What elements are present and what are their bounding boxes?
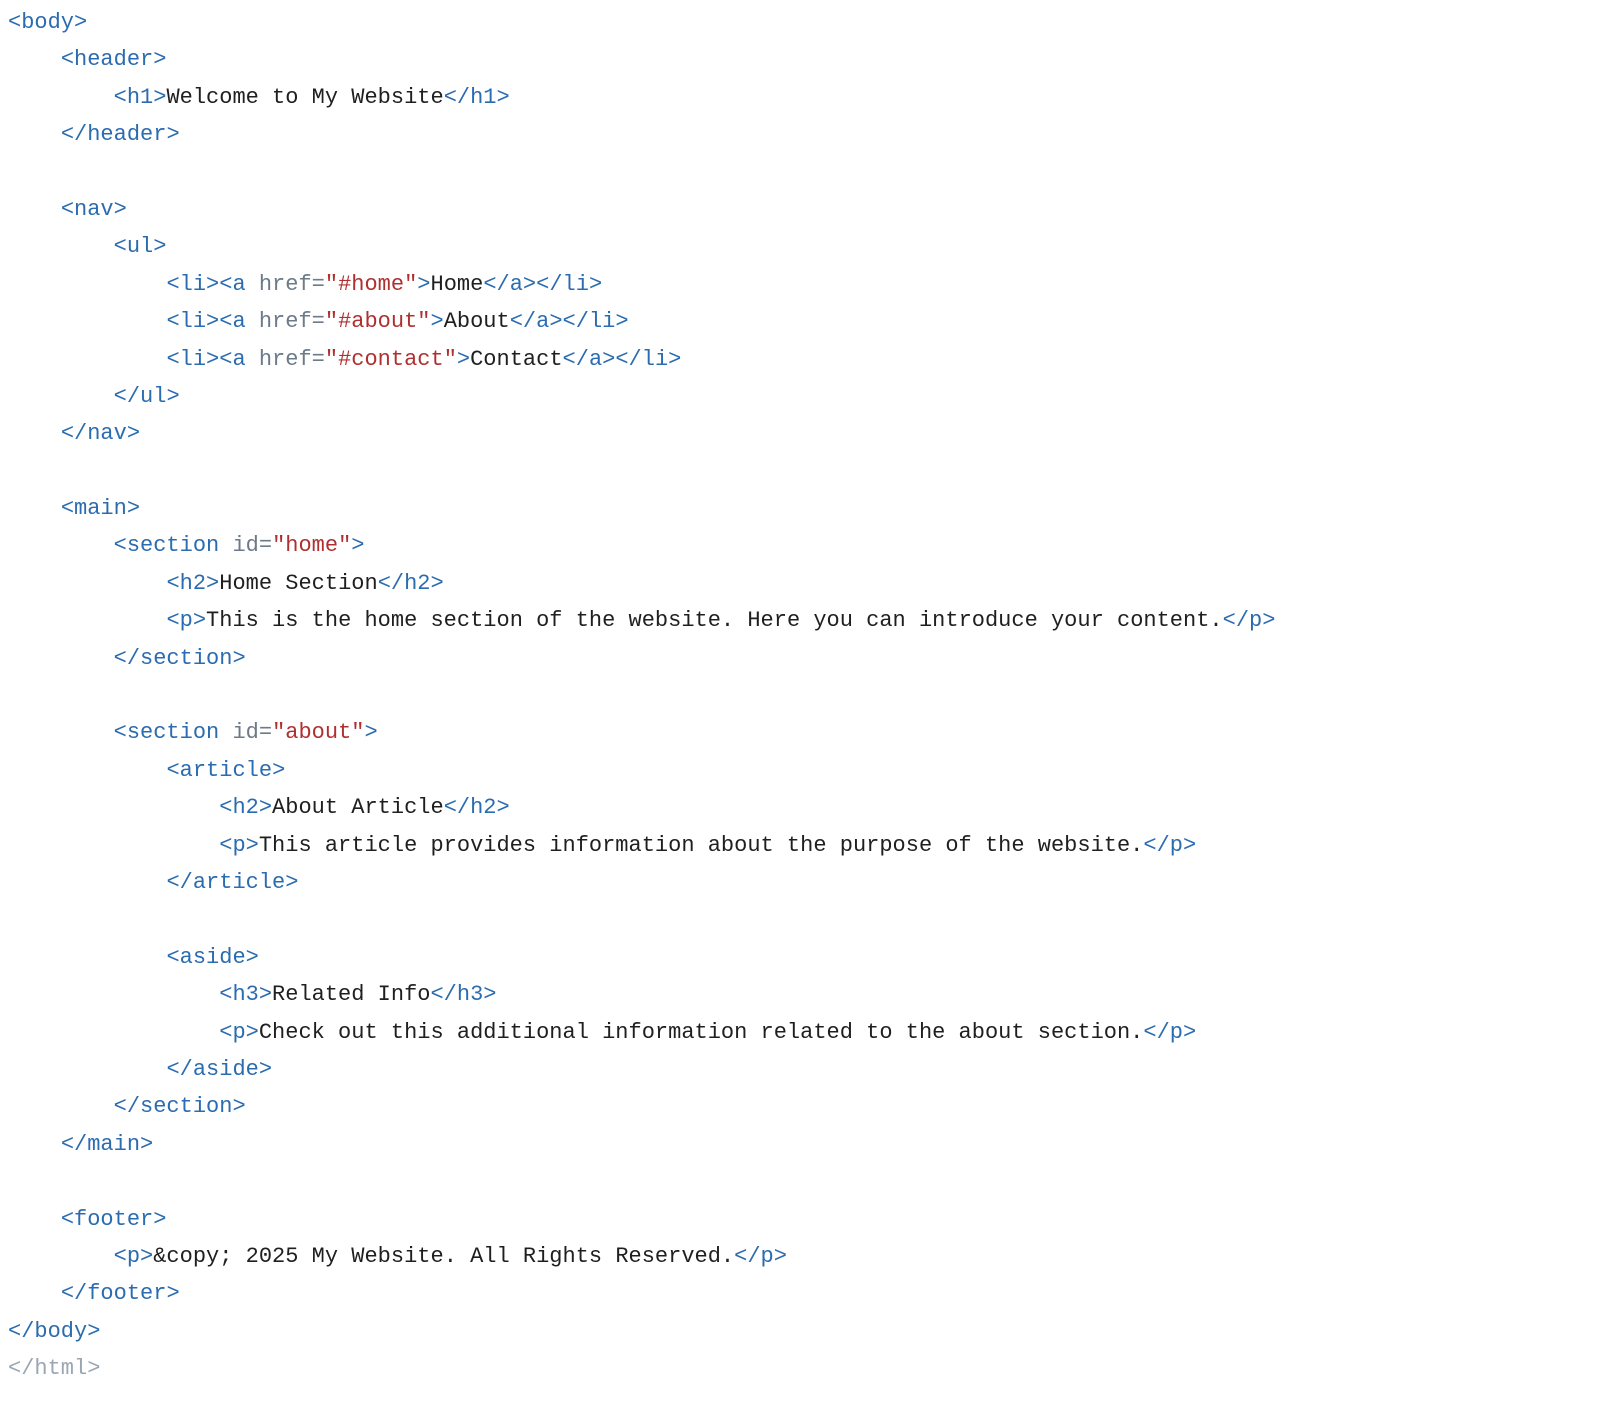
code-line: </section> [8,640,1592,677]
code-line: <footer> [8,1201,1592,1238]
code-line: <body> [8,4,1592,41]
code-line: <header> [8,41,1592,78]
code-line: </main> [8,1126,1592,1163]
code-line: </section> [8,1088,1592,1125]
code-line: <h1>Welcome to My Website</h1> [8,79,1592,116]
code-line: </header> [8,116,1592,153]
code-line [8,677,1592,714]
code-line: </body> [8,1313,1592,1350]
code-line: </html> [8,1350,1592,1387]
code-line [8,901,1592,938]
code-line: <li><a href="#about">About</a></li> [8,303,1592,340]
code-line: <article> [8,752,1592,789]
code-line: <h2>About Article</h2> [8,789,1592,826]
code-line: </ul> [8,378,1592,415]
code-line: <p>This is the home section of the websi… [8,602,1592,639]
code-line: <li><a href="#home">Home</a></li> [8,266,1592,303]
code-line: <section id="about"> [8,714,1592,751]
code-line: <p>Check out this additional information… [8,1014,1592,1051]
code-line: <ul> [8,228,1592,265]
code-line: <p>This article provides information abo… [8,827,1592,864]
code-line: <section id="home"> [8,527,1592,564]
code-line [8,453,1592,490]
code-line: </article> [8,864,1592,901]
code-line: <p>&copy; 2025 My Website. All Rights Re… [8,1238,1592,1275]
code-line: <h3>Related Info</h3> [8,976,1592,1013]
code-line: <nav> [8,191,1592,228]
code-line: <aside> [8,939,1592,976]
code-line: <li><a href="#contact">Contact</a></li> [8,341,1592,378]
code-line [8,154,1592,191]
code-line: </nav> [8,415,1592,452]
code-snippet: <body> <header> <h1>Welcome to My Websit… [0,0,1600,1407]
code-line: </footer> [8,1275,1592,1312]
code-line: <main> [8,490,1592,527]
code-line: </aside> [8,1051,1592,1088]
code-line [8,1163,1592,1200]
code-line: <h2>Home Section</h2> [8,565,1592,602]
